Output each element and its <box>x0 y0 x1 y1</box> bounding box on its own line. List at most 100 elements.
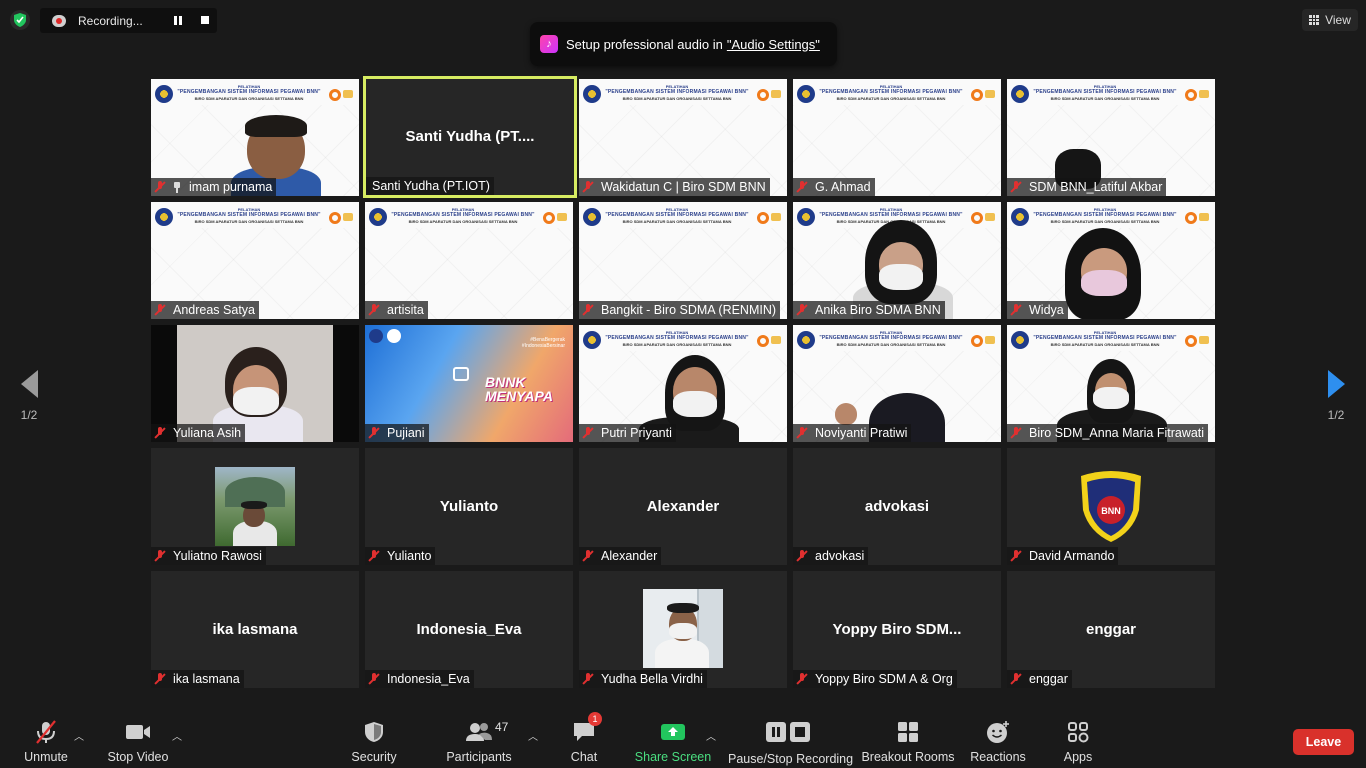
previous-page-button[interactable]: 1/2 <box>14 370 44 422</box>
participant-tile[interactable]: Yuliatno Rawosi <box>151 448 359 565</box>
bnn-logo-icon <box>583 208 601 226</box>
participant-tile[interactable]: advokasi advokasi <box>793 448 1001 565</box>
slide-header: PELATIHAN "PENGEMBANGAN SISTEM INFORMASI… <box>1011 83 1211 105</box>
recording-label: Pause/Stop Recording <box>728 752 854 766</box>
stop-recording-icon[interactable] <box>201 16 209 24</box>
mic-muted-icon <box>582 181 594 193</box>
participant-name: Bangkit - Biro SDMA (RENMIN) <box>601 303 777 317</box>
participant-tile[interactable]: PELATIHAN "PENGEMBANGAN SISTEM INFORMASI… <box>579 325 787 442</box>
slide-header: PELATIHAN "PENGEMBANGAN SISTEM INFORMASI… <box>583 83 783 105</box>
participant-tile[interactable]: Yoppy Biro SDM... Yoppy Biro SDM A & Org <box>793 571 1001 688</box>
participants-button[interactable]: 47 Participants <box>444 708 514 768</box>
mic-muted-icon <box>796 427 808 439</box>
video-options-caret-icon[interactable]: ︿ <box>172 728 182 743</box>
audio-settings-link[interactable]: "Audio Settings" <box>727 37 820 52</box>
bnn-logo-icon <box>1011 208 1029 226</box>
partner-logo-icon <box>329 212 341 224</box>
breakout-rooms-icon <box>860 718 956 746</box>
slide-header: PELATIHAN "PENGEMBANGAN SISTEM INFORMASI… <box>369 206 569 228</box>
participant-tile[interactable]: PELATIHAN "PENGEMBANGAN SISTEM INFORMASI… <box>1007 202 1215 319</box>
participant-name: advokasi <box>815 549 865 563</box>
participant-name-bar: enggar <box>1007 670 1072 688</box>
participant-display-name: advokasi <box>864 498 930 515</box>
participant-display-name: enggar <box>1085 621 1136 638</box>
security-button[interactable]: Security <box>346 708 402 768</box>
security-shield-icon[interactable] <box>10 10 30 30</box>
participant-tile[interactable]: PELATIHAN "PENGEMBANGAN SISTEM INFORMASI… <box>1007 325 1215 442</box>
participant-tile[interactable]: #BenaBergerak #IndonesiaBersinar BNNK ME… <box>365 325 573 442</box>
sponsor-logo-icon <box>771 213 781 221</box>
partner-logo-icon <box>543 212 555 224</box>
participant-tile[interactable]: Yudha Bella Virdhi <box>579 571 787 688</box>
participants-options-caret-icon[interactable]: ︿ <box>528 728 538 743</box>
pause-recording-icon[interactable] <box>174 16 183 25</box>
mic-muted-icon <box>154 304 166 316</box>
participant-name-bar: Biro SDM_Anna Maria Fitrawati <box>1007 424 1209 442</box>
meeting-controls-toolbar: Unmute ︿ Stop Video ︿ Security 47 Partic… <box>0 708 1366 768</box>
unmute-button[interactable]: Unmute <box>18 708 74 768</box>
share-options-caret-icon[interactable]: ︿ <box>706 728 716 743</box>
chat-button[interactable]: 1 Chat <box>562 708 606 768</box>
participant-tile[interactable]: Yuliana Asih <box>151 325 359 442</box>
mic-muted-icon <box>1010 181 1022 193</box>
participant-name-bar: Yuliatno Rawosi <box>151 547 266 565</box>
participant-name: Wakidatun C | Biro SDM BNN <box>601 180 766 194</box>
participant-tile[interactable]: Yulianto Yulianto <box>365 448 573 565</box>
participant-profile-photo <box>643 589 723 668</box>
breakout-rooms-button[interactable]: Breakout Rooms <box>860 708 956 768</box>
arrow-right-icon <box>1327 370 1345 398</box>
participant-name: Yudha Bella Virdhi <box>601 672 703 686</box>
participant-tile[interactable]: PELATIHAN "PENGEMBANGAN SISTEM INFORMASI… <box>365 202 573 319</box>
sponsor-logo-icon <box>985 213 995 221</box>
participant-name-bar: Wakidatun C | Biro SDM BNN <box>579 178 770 196</box>
participant-name: Yuliana Asih <box>173 426 242 440</box>
apps-button[interactable]: Apps <box>1056 708 1100 768</box>
sponsor-logo-icon <box>343 213 353 221</box>
partner-logo-icon <box>757 212 769 224</box>
participant-name: Putri Priyanti <box>601 426 672 440</box>
participant-tile[interactable]: PELATIHAN "PENGEMBANGAN SISTEM INFORMASI… <box>579 79 787 196</box>
participant-tile-active-speaker[interactable]: Santi Yudha (PT.... Santi Yudha (PT.IOT) <box>363 76 577 198</box>
sponsor-logo-icon <box>1199 213 1209 221</box>
participant-tile[interactable]: PELATIHAN "PENGEMBANGAN SISTEM INFORMASI… <box>579 202 787 319</box>
slide-line-3: BIRO SDM APARATUR DAN ORGANISASI SETTAMA… <box>1050 342 1160 347</box>
participant-tile[interactable]: PELATIHAN "PENGEMBANGAN SISTEM INFORMASI… <box>793 79 1001 196</box>
stop-video-button[interactable]: Stop Video <box>104 708 172 768</box>
next-page-button[interactable]: 1/2 <box>1321 370 1351 422</box>
participant-tile[interactable]: PELATIHAN "PENGEMBANGAN SISTEM INFORMASI… <box>793 202 1001 319</box>
reactions-button[interactable]: Reactions <box>968 708 1028 768</box>
slide-line-3: BIRO SDM APARATUR DAN ORGANISASI SETTAMA… <box>836 342 946 347</box>
participant-name-bar: SDM BNN_Latiful Akbar <box>1007 178 1167 196</box>
participant-profile-photo <box>215 467 295 546</box>
sponsor-logo-icon <box>985 90 995 98</box>
mic-muted-icon <box>368 550 380 562</box>
participant-tile[interactable]: PELATIHAN "PENGEMBANGAN SISTEM INFORMASI… <box>1007 79 1215 196</box>
slide-line-2: "PENGEMBANGAN SISTEM INFORMASI PEGAWAI B… <box>605 212 749 218</box>
participant-name: Yuliatno Rawosi <box>173 549 262 563</box>
recording-indicator: Recording... <box>40 8 217 33</box>
participant-name-bar: Bangkit - Biro SDMA (RENMIN) <box>579 301 781 319</box>
participant-tile[interactable]: enggar enggar <box>1007 571 1215 688</box>
participant-name-bar: advokasi <box>793 547 869 565</box>
audio-options-caret-icon[interactable]: ︿ <box>74 728 84 743</box>
participant-tile[interactable]: PELATIHAN "PENGEMBANGAN SISTEM INFORMASI… <box>793 325 1001 442</box>
participant-tile[interactable]: ika lasmana ika lasmana <box>151 571 359 688</box>
participant-name: Anika Biro SDMA BNN <box>815 303 941 317</box>
participant-tile[interactable]: Indonesia_Eva Indonesia_Eva <box>365 571 573 688</box>
participant-name: Pujiani <box>387 426 425 440</box>
view-button[interactable]: View <box>1302 9 1358 31</box>
sponsor-logo-icon <box>771 336 781 344</box>
participant-tile[interactable]: Alexander Alexander <box>579 448 787 565</box>
participant-tile[interactable]: PELATIHAN "PENGEMBANGAN SISTEM INFORMASI… <box>151 79 359 196</box>
pause-stop-recording-button[interactable]: Pause/Stop Recording <box>728 708 854 768</box>
participant-tile[interactable]: PELATIHAN "PENGEMBANGAN SISTEM INFORMASI… <box>151 202 359 319</box>
leave-meeting-button[interactable]: Leave <box>1293 729 1354 755</box>
poster-title: BNNK MENYAPA <box>485 374 553 404</box>
participant-tile[interactable]: BNN David Armando <box>1007 448 1215 565</box>
emblem-text: BNN <box>1101 506 1121 516</box>
partner-logo-icon <box>757 335 769 347</box>
security-shield-icon <box>346 718 402 746</box>
apps-icon <box>1056 718 1100 746</box>
page-indicator-left: 1/2 <box>20 408 38 422</box>
share-screen-button[interactable]: Share Screen <box>634 708 712 768</box>
